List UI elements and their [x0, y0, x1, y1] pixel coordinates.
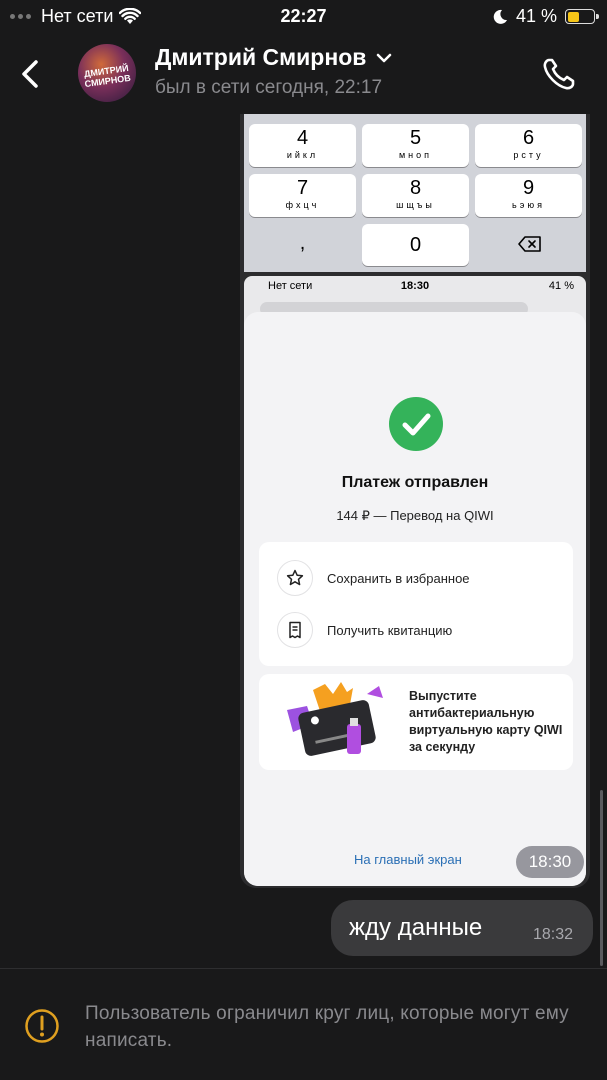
last-seen-status: был в сети сегодня, 22:17: [155, 77, 383, 98]
key-letters: рсту: [513, 150, 544, 160]
payment-title: Платеж отправлен: [341, 474, 489, 491]
key-letters: ийкл: [286, 150, 319, 160]
avatar[interactable]: ДМИТРИЙ СМИРНОВ: [78, 44, 136, 102]
promo-card: Выпустите антибактериальную виртуальную …: [259, 674, 573, 770]
get-receipt-label: Получить квитанцию: [327, 622, 453, 638]
save-favorite-label: Сохранить в избранное: [327, 570, 470, 586]
key-number: 4: [296, 127, 309, 149]
key-5: 5 мноп: [362, 124, 469, 167]
key-letters: шщъы: [396, 200, 435, 210]
contact-name[interactable]: Дмитрий Смирнов: [155, 44, 392, 71]
key-0: 0: [362, 224, 469, 266]
check-icon: [389, 397, 443, 451]
moon-icon: [493, 9, 507, 24]
backspace-icon: [518, 236, 541, 252]
inner-status-bar: Нет сети 18:30 41 %: [244, 276, 586, 298]
key-number: 9: [522, 177, 535, 199]
key-letters: мноп: [398, 150, 433, 160]
payment-screenshot: Нет сети 18:30 41 % Платеж отправлен 144…: [244, 276, 586, 886]
message-timestamp: 18:32: [532, 926, 573, 943]
outgoing-message[interactable]: жду данные 18:32: [331, 900, 593, 956]
chevron-down-icon: [377, 53, 392, 62]
key-letters: фхцч: [285, 200, 320, 210]
avatar-text: ДМИТРИЙ СМИРНОВ: [83, 62, 132, 90]
star-icon: [277, 560, 313, 596]
home-screen-link: На главный экран: [354, 852, 462, 867]
message-text: жду данные: [349, 914, 483, 941]
key-comma: ,: [299, 232, 306, 254]
actions-card: Сохранить в избранное Получить квитанцию: [259, 542, 573, 666]
receipt-icon: [277, 612, 313, 648]
contact-name-label: Дмитрий Смирнов: [155, 44, 367, 70]
get-receipt-action: Получить квитанцию: [277, 612, 452, 648]
image-message[interactable]: 4 ийкл 5 мноп 6 рсту 7 фхцч 8 шщъы 9 ьэю…: [240, 114, 590, 888]
payment-sheet: Платеж отправлен 144 ₽ — Перевод на QIWI…: [244, 312, 586, 886]
save-favorite-action: Сохранить в избранное: [277, 560, 470, 596]
chat-header: ДМИТРИЙ СМИРНОВ Дмитрий Смирнов был в се…: [0, 34, 607, 114]
phone-call-icon[interactable]: [539, 54, 579, 94]
scrollbar[interactable]: [600, 790, 603, 966]
status-right: 41 %: [492, 6, 599, 27]
restriction-notice: Пользователь ограничил круг лиц, которые…: [85, 1003, 569, 1051]
key-4: 4 ийкл: [249, 124, 356, 167]
key-number: 7: [296, 177, 309, 199]
battery-percent: 41 %: [515, 6, 557, 26]
promo-card-illustration: [287, 682, 383, 756]
key-number: 6: [522, 127, 535, 149]
key-8: 8 шщъы: [362, 174, 469, 217]
key-6: 6 рсту: [475, 124, 582, 167]
status-bar: Нет сети 22:27 41 %: [0, 0, 607, 34]
warning-icon: [25, 1009, 59, 1043]
payment-subtitle: 144 ₽ — Перевод на QIWI: [336, 508, 494, 523]
key-9: 9 ьэюя: [475, 174, 582, 217]
key-number: 0: [409, 234, 422, 256]
image-timestamp: 18:30: [516, 846, 584, 878]
key-7: 7 фхцч: [249, 174, 356, 217]
promo-text: Выпустите антибактериальную виртуальную …: [409, 689, 563, 754]
back-arrow-icon[interactable]: [16, 54, 46, 94]
footer-divider: [0, 968, 607, 969]
battery-icon: [565, 9, 599, 24]
keypad-screenshot: 4 ийкл 5 мноп 6 рсту 7 фхцч 8 шщъы 9 ьэю…: [244, 114, 586, 272]
inner-battery: 41 %: [548, 280, 574, 292]
key-number: 8: [409, 177, 422, 199]
inner-time: 18:30: [400, 280, 430, 292]
key-number: 5: [409, 127, 422, 149]
key-letters: ьэюя: [512, 200, 545, 210]
